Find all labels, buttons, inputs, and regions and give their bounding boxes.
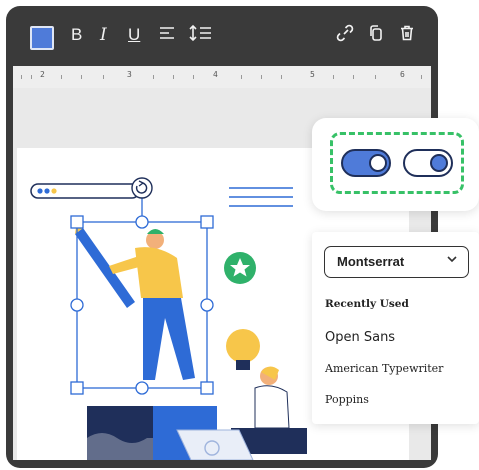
bold-button[interactable]: B bbox=[71, 24, 82, 46]
color-swatch[interactable] bbox=[30, 26, 54, 50]
ruler-mark: 5 bbox=[310, 70, 315, 79]
font-select[interactable]: Montserrat bbox=[324, 246, 469, 278]
toggle-knob bbox=[369, 154, 387, 172]
font-select-value: Montserrat bbox=[337, 254, 405, 269]
toggle-switch-on[interactable] bbox=[341, 149, 391, 177]
align-left-icon[interactable] bbox=[158, 24, 180, 46]
toggle-panel bbox=[312, 118, 479, 211]
ruler-mark: 6 bbox=[400, 70, 405, 79]
ruler[interactable]: 2 3 4 5 6 bbox=[13, 66, 431, 88]
chevron-down-icon bbox=[446, 253, 458, 268]
font-panel: Montserrat Recently Used Open Sans Ameri… bbox=[312, 232, 479, 424]
copy-icon[interactable] bbox=[367, 24, 387, 46]
line-height-icon[interactable] bbox=[189, 24, 215, 46]
toggle-knob bbox=[430, 154, 448, 172]
underline-button[interactable]: U bbox=[128, 24, 140, 46]
italic-button[interactable]: I bbox=[100, 24, 107, 46]
font-option-poppins[interactable]: Poppins bbox=[325, 393, 369, 406]
ruler-mark: 2 bbox=[40, 70, 45, 79]
link-icon[interactable] bbox=[336, 24, 356, 46]
toggle-switch-off[interactable] bbox=[403, 149, 453, 177]
ruler-mark: 3 bbox=[127, 70, 132, 79]
font-option-open-sans[interactable]: Open Sans bbox=[325, 330, 395, 345]
ruler-mark: 4 bbox=[213, 70, 218, 79]
toolbar: B I U bbox=[6, 6, 438, 66]
font-option-american-typewriter[interactable]: American Typewriter bbox=[325, 362, 443, 375]
trash-icon[interactable] bbox=[398, 24, 418, 46]
recent-heading: Recently Used bbox=[325, 298, 409, 310]
